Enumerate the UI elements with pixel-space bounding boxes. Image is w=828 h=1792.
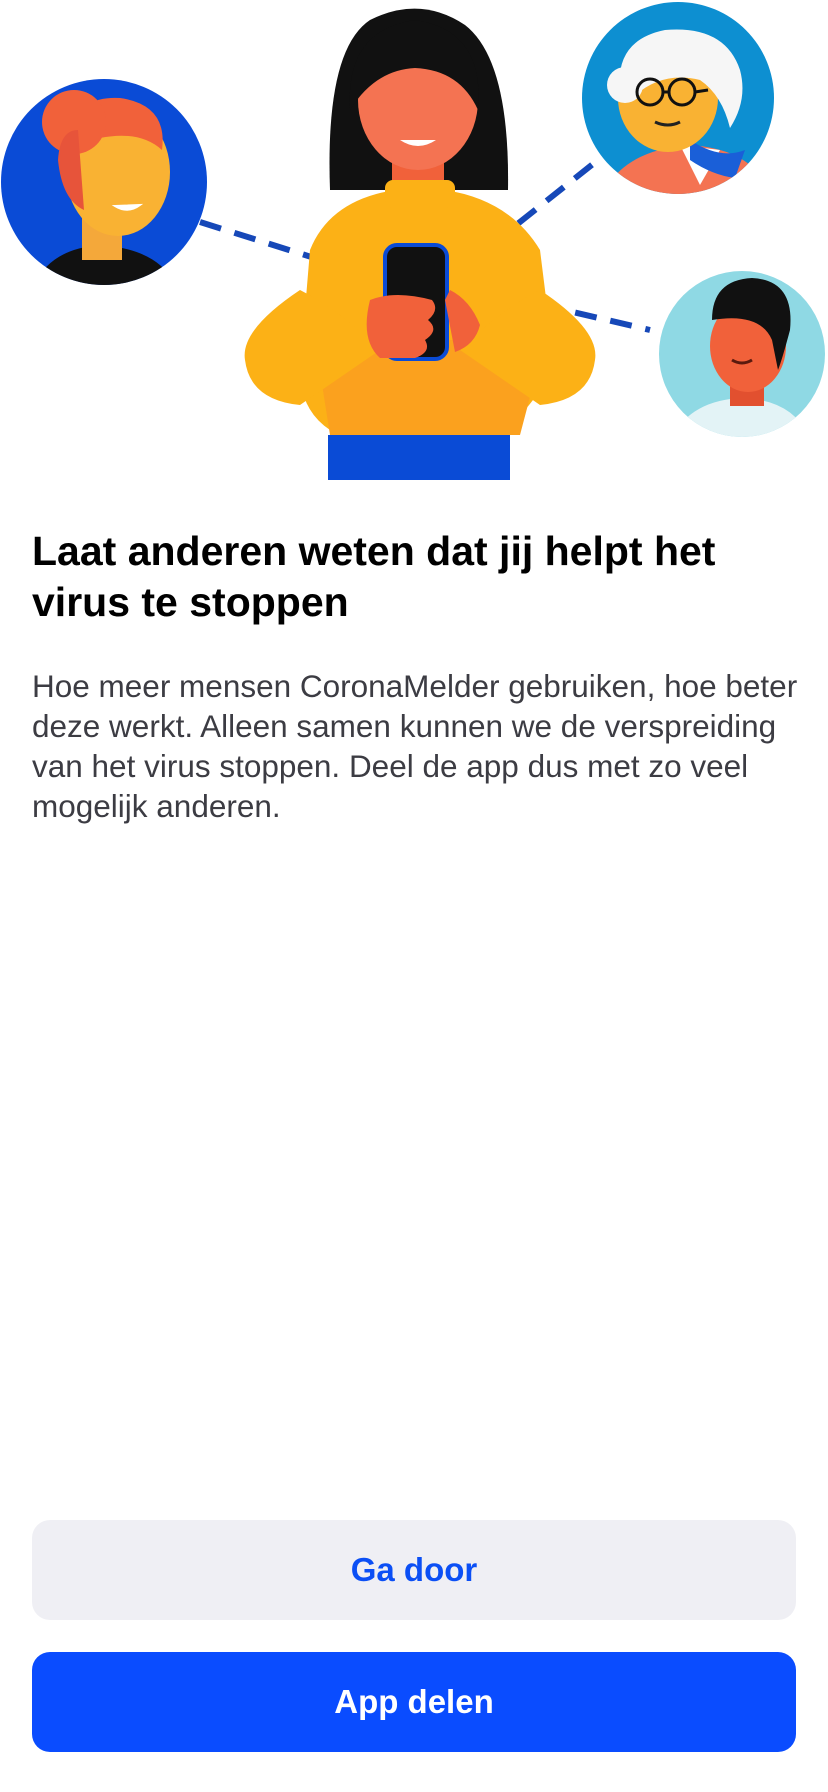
central-woman	[244, 8, 596, 480]
continue-button[interactable]: Ga door	[32, 1520, 796, 1620]
avatar-left	[1, 79, 207, 285]
page-title: Laat anderen weten dat jij helpt het vir…	[32, 528, 716, 625]
avatar-top-right	[582, 2, 774, 194]
share-app-button[interactable]: App delen	[32, 1652, 796, 1752]
avatar-bottom-right	[659, 271, 825, 437]
people-sharing-app-illustration	[0, 0, 828, 480]
description-text: Hoe meer mensen CoronaMelder gebruiken, …	[32, 668, 798, 824]
